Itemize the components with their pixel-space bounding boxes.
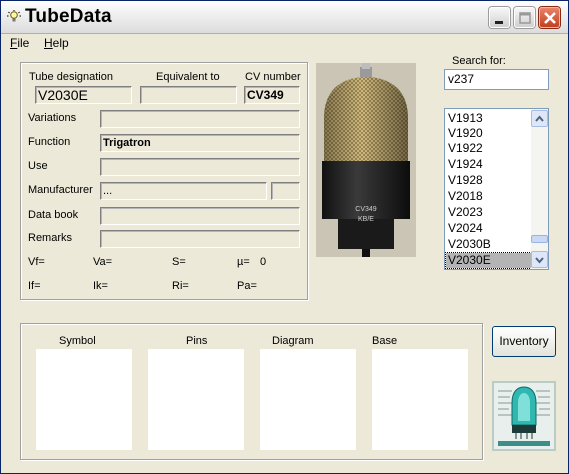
- list-item-v2018[interactable]: V2018: [446, 189, 531, 204]
- pins-label: Pins: [186, 335, 208, 347]
- base-label: Base: [372, 335, 398, 347]
- list-item-v2030e[interactable]: V2030E: [445, 252, 532, 269]
- list-item-v2024[interactable]: V2024: [446, 221, 531, 236]
- tube-marking-kbe: KB/E: [358, 216, 374, 223]
- scroll-up-button[interactable]: [531, 110, 548, 127]
- variations-label: Variations: [28, 112, 77, 124]
- manufacturer-code-field[interactable]: [271, 182, 300, 200]
- symbol-label: Symbol: [59, 335, 96, 347]
- results-scrollbar[interactable]: [531, 109, 548, 269]
- ik-label: Ik=: [93, 280, 108, 292]
- data-book-field[interactable]: [100, 207, 300, 225]
- results-list[interactable]: V1913 V1920 V1922 V1924 V1928 V2018 V202…: [444, 108, 549, 270]
- minimize-icon: [495, 21, 503, 24]
- function-label: Function: [28, 136, 71, 148]
- data-book-label: Data book: [28, 209, 79, 221]
- va-label: Va=: [93, 256, 113, 268]
- list-item-v1913[interactable]: V1913: [446, 111, 531, 126]
- variations-field[interactable]: [100, 110, 300, 128]
- tube-photo: CV349 KB/E: [316, 63, 416, 257]
- maximize-button[interactable]: [514, 7, 535, 28]
- arrow-up-icon: [535, 115, 544, 122]
- list-item-v2030b[interactable]: V2030B: [446, 237, 531, 252]
- tube-marking-cv: CV349: [355, 206, 377, 213]
- cv-number-field[interactable]: CV349: [244, 86, 300, 104]
- mu-label: µ=: [237, 256, 250, 268]
- cv-number-label: CV number: [245, 71, 301, 83]
- app-window: TubeData File Help Tube designation Equi…: [0, 0, 569, 474]
- if-label: If=: [28, 280, 41, 292]
- maximize-icon: [519, 12, 531, 24]
- close-icon: [544, 12, 556, 24]
- ri-label: Ri=: [172, 280, 189, 292]
- tube-logo-icon: [492, 381, 556, 451]
- menu-bar: File Help: [1, 34, 568, 52]
- equivalent-label: Equivalent to: [156, 71, 220, 83]
- base-box: [372, 349, 468, 450]
- list-item-v1924[interactable]: V1924: [446, 157, 531, 172]
- remarks-label: Remarks: [28, 232, 73, 244]
- equivalent-field[interactable]: [140, 86, 237, 104]
- manufacturer-label: Manufacturer: [28, 184, 93, 196]
- title-bar[interactable]: TubeData: [1, 1, 568, 34]
- scroll-down-button[interactable]: [531, 251, 548, 268]
- inventory-button[interactable]: Inventory: [492, 326, 556, 357]
- lightbulb-icon: [7, 10, 21, 24]
- symbol-box: [36, 349, 132, 450]
- list-item-v2023[interactable]: V2023: [446, 205, 531, 220]
- arrow-down-icon: [535, 257, 544, 264]
- minimize-button[interactable]: [489, 7, 510, 28]
- list-item-v1922[interactable]: V1922: [446, 141, 531, 156]
- mu-value: 0: [260, 256, 267, 268]
- function-field[interactable]: Trigatron: [100, 134, 300, 152]
- vf-label: Vf=: [28, 256, 45, 268]
- list-item-v1928[interactable]: V1928: [446, 173, 531, 188]
- pins-box: [148, 349, 244, 450]
- menu-help[interactable]: Help: [44, 36, 69, 50]
- list-item-v1920[interactable]: V1920: [446, 126, 531, 141]
- search-label: Search for:: [452, 55, 506, 67]
- search-input[interactable]: v237: [444, 69, 549, 90]
- s-label: S=: [172, 256, 186, 268]
- scroll-thumb[interactable]: [531, 235, 548, 243]
- manufacturer-field[interactable]: ...: [100, 182, 267, 200]
- remarks-field[interactable]: [100, 230, 300, 248]
- diagram-label: Diagram: [272, 335, 314, 347]
- close-button[interactable]: [539, 7, 560, 28]
- use-field[interactable]: [100, 158, 300, 176]
- pa-label: Pa=: [237, 280, 257, 292]
- use-label: Use: [28, 160, 48, 172]
- diagram-box: [260, 349, 356, 450]
- tube-designation-label: Tube designation: [29, 71, 113, 83]
- tube-designation-field[interactable]: V2030E: [35, 86, 132, 104]
- window-title: TubeData: [25, 6, 112, 27]
- menu-file[interactable]: File: [10, 36, 29, 50]
